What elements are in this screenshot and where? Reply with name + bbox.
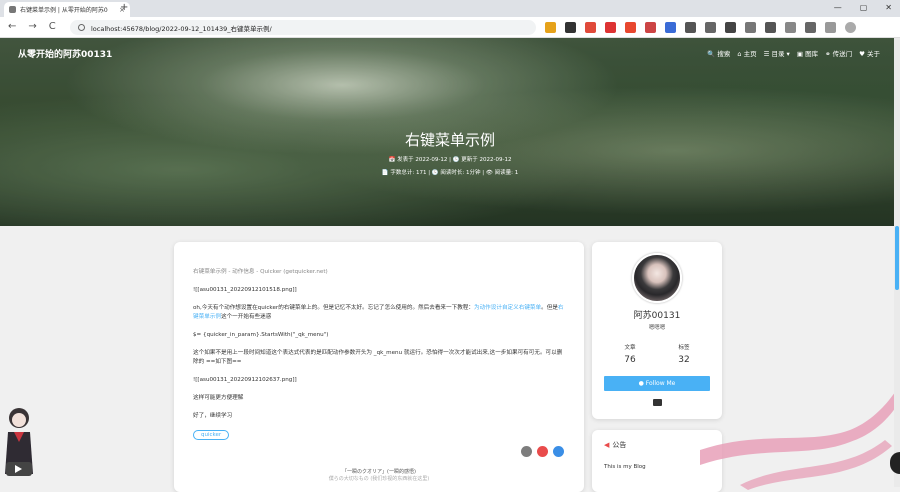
author-name: 阿苏00131 [633,311,681,321]
extension-icon[interactable] [745,22,756,33]
info-icon [78,24,85,31]
tab-title: 右键菜单示例 | 从零开始的阿苏0 [20,7,108,14]
list-icon: ☰ [763,50,770,58]
heart-icon: ♥ [859,50,865,58]
favicon-icon [9,6,16,13]
post-meta-dates: 📅 发表于 2022-09-12 | 🕒 更新于 2022-09-12 [388,157,512,163]
window-controls: — ▢ ✕ [834,3,892,12]
follow-me-button[interactable]: ● Follow Me [604,376,710,391]
extension-icon[interactable] [725,22,736,33]
tags-stat[interactable]: 标签 32 [659,343,709,365]
post-paragraph: ![[asu00131_20220912102637.png]] [193,377,297,383]
extension-icon[interactable] [565,22,576,33]
announcement-title: 公告 [612,441,627,449]
github-icon: ● [638,380,644,387]
post-code: $= {quicker_in_param}.StartsWith("_qk_me… [193,332,329,338]
wechat-icon[interactable] [521,446,532,457]
page-scrollbar[interactable] [894,38,900,487]
post-paragraph: 好了，继续学习 [193,413,233,419]
forward-button[interactable]: → [28,21,36,32]
profile-avatar-icon[interactable] [845,22,856,33]
address-bar-row: ← → C localhost:45678/blog/2022-09-12_10… [0,17,900,38]
post-paragraph: oh,今天有个动作想设置在quicker的右键菜单上的。但是记忆不太好。忘记了怎… [193,305,564,320]
mascot-face [12,413,26,427]
menu-item-gallery[interactable]: ▣ 图库 [797,48,818,58]
extension-icon[interactable] [825,22,836,33]
reload-button[interactable]: C [49,21,56,32]
post-paragraph: 这样可能更方便理解 [193,395,244,401]
extension-toolbar [545,22,856,33]
extension-icon[interactable] [665,22,676,33]
mascot-widget[interactable] [2,404,36,480]
extension-icon[interactable] [545,22,556,33]
extension-icon[interactable] [705,22,716,33]
avatar[interactable] [632,253,682,303]
home-icon: ⌂ [737,50,742,58]
tutorial-link[interactable]: 为动作设计自定义右键菜单 [474,305,541,311]
articles-stat[interactable]: 文章 76 [605,343,655,365]
link-icon: ⚭ [825,50,831,58]
nav-buttons: ← → C [8,21,56,32]
menu-item-search[interactable]: 🔍 搜索 [707,48,730,58]
post-title: 右键菜单示例 [404,131,495,149]
qq-icon[interactable] [553,446,564,457]
ribbon-decoration [700,385,900,490]
maximize-button[interactable]: ▢ [860,3,868,12]
site-menu: 🔍 搜索 ⌂ 主页 ☰ 目录 ▾ ▣ 图库 ⚭ 传送门 ♥ 关于 [707,48,880,58]
minimize-button[interactable]: — [834,3,842,12]
menu-item-home[interactable]: ⌂ 主页 [737,48,756,58]
post-paragraph: 这个如果不是用上一段时间知道这个表达式代表的是匹配动作参数开头为 _qk_men… [193,350,563,365]
browser-tab[interactable]: 右键菜单示例 | 从零开始的阿苏0 × [4,2,130,17]
site-brand[interactable]: 从零开始的阿苏00131 [18,47,112,60]
scrollbar-thumb[interactable] [895,226,899,290]
post-paragraph: ![[asu00131_20220912101518.png]] [193,287,297,293]
extension-icon[interactable] [605,22,616,33]
extension-icon[interactable] [765,22,776,33]
author-description: 嗯嗯嗯 [648,325,666,331]
extension-icon[interactable] [585,22,596,33]
mail-icon[interactable] [653,399,662,406]
search-icon: 🔍 [707,50,716,58]
extension-icon[interactable] [785,22,796,33]
footer-quote: 「一瞬のクオリア」(一瞬的感悟) 僕らの大切なもの (我们珍视的东西就在这里) [328,469,430,482]
post-meta-stats: 📄 字数总计: 171 | 🕓 阅读时长: 1分钟 | 👁 阅读量: 1 [381,170,519,176]
bullhorn-icon: ◀ [604,441,610,449]
post-content-card: 右键菜单示例 - 动作信息 - Quicker (getquicker.net)… [174,242,584,492]
new-tab-button[interactable]: + [120,2,128,13]
extension-icon[interactable] [645,22,656,33]
back-button[interactable]: ← [8,21,16,32]
menu-item-portal[interactable]: ⚭ 传送门 [825,48,852,58]
url-input[interactable]: localhost:45678/blog/2022-09-12_101439_右… [70,20,536,35]
close-window-button[interactable]: ✕ [885,3,892,12]
announcement-body: This is my Blog [604,464,646,470]
extension-icon[interactable] [625,22,636,33]
post-crumb[interactable]: 右键菜单示例 - 动作信息 - Quicker (getquicker.net) [193,268,565,277]
url-text: localhost:45678/blog/2022-09-12_101439_右… [91,24,272,33]
menu-item-toc[interactable]: ☰ 目录 ▾ [764,48,790,58]
hero-banner: 从零开始的阿苏00131 🔍 搜索 ⌂ 主页 ☰ 目录 ▾ ▣ 图库 ⚭ 传送门… [0,38,900,226]
post-tag[interactable]: quicker [193,430,230,440]
extension-icon[interactable] [805,22,816,33]
browser-tab-bar: 右键菜单示例 | 从零开始的阿苏0 × + — ▢ ✕ [0,0,900,17]
menu-item-about[interactable]: ♥ 关于 [859,48,880,58]
extension-icon[interactable] [685,22,696,33]
image-icon: ▣ [796,50,803,58]
share-buttons [521,446,564,457]
weibo-icon[interactable] [537,446,548,457]
